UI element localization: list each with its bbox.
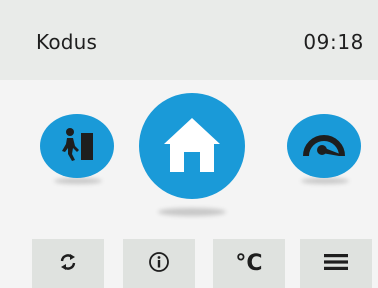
person-exit-icon [57,124,97,168]
header-bar: Kodus 09:18 [0,0,378,80]
home-icon [160,114,224,178]
boost-button-shadow [301,178,349,184]
home-mode-button[interactable] [139,93,245,199]
page-title: Kodus [36,30,98,54]
temperature-celsius-icon: °C [235,251,263,276]
boost-mode-button[interactable] [287,114,361,178]
info-icon [148,251,170,277]
speedometer-icon [302,126,346,166]
menu-button[interactable] [300,239,372,288]
temperature-button[interactable]: °C [213,239,285,288]
home-button-shadow [158,208,226,216]
away-button-shadow [54,178,102,184]
menu-icon [323,252,349,276]
clock: 09:18 [303,30,364,54]
info-button[interactable] [123,239,195,288]
thermostat-screen: Kodus 09:18 °C [0,0,378,288]
refresh-button[interactable] [32,239,104,288]
sync-arrows-icon [58,252,78,276]
away-mode-button[interactable] [40,114,114,178]
